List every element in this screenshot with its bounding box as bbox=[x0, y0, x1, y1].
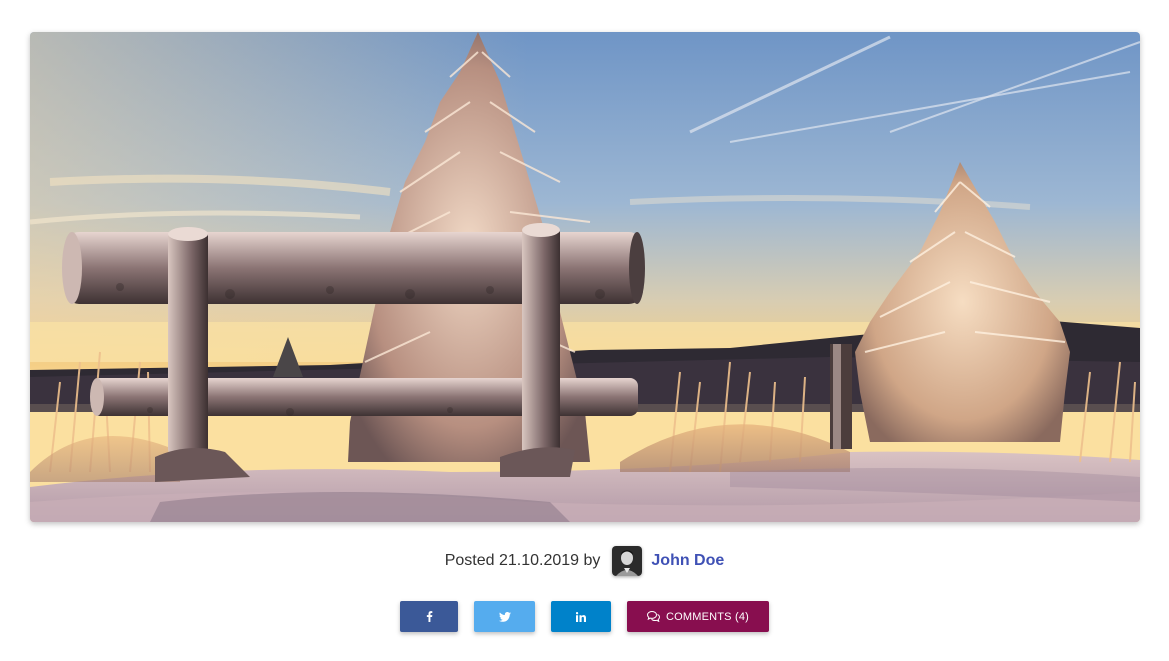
author-link[interactable]: John Doe bbox=[651, 552, 724, 570]
hero-image bbox=[30, 32, 1140, 522]
share-buttons: COMMENTS (4) bbox=[0, 601, 1169, 632]
facebook-icon bbox=[426, 611, 432, 622]
comments-icon bbox=[646, 611, 660, 622]
twitter-icon bbox=[498, 611, 511, 622]
facebook-share-button[interactable] bbox=[400, 601, 458, 632]
post-meta: Posted 21.10.2019 by John Doe bbox=[0, 545, 1169, 577]
avatar-icon bbox=[612, 546, 643, 576]
winter-bench-photo bbox=[30, 32, 1140, 522]
author-avatar[interactable] bbox=[612, 546, 643, 576]
post-page: Posted 21.10.2019 by John Doe COMMENTS (… bbox=[0, 0, 1169, 661]
posted-date-text: Posted 21.10.2019 by bbox=[444, 552, 601, 569]
linkedin-icon bbox=[576, 611, 586, 622]
linkedin-share-button[interactable] bbox=[551, 601, 611, 632]
comments-button[interactable]: COMMENTS (4) bbox=[627, 601, 769, 632]
comments-label: COMMENTS (4) bbox=[665, 610, 750, 623]
twitter-share-button[interactable] bbox=[474, 601, 535, 632]
